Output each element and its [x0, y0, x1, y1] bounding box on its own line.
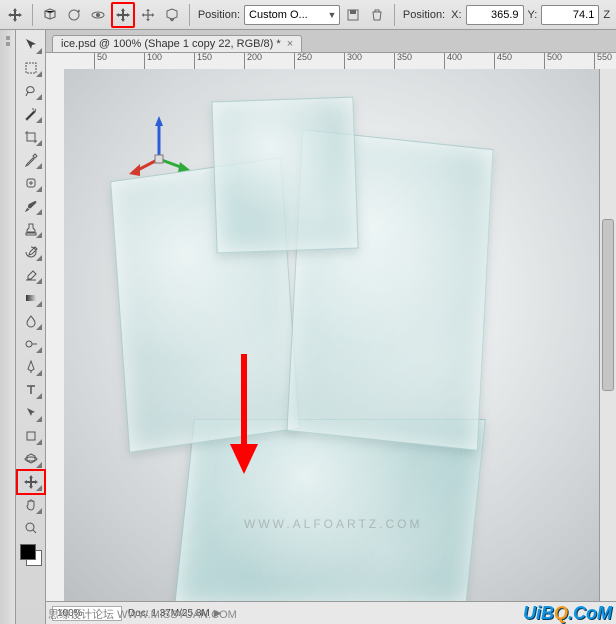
blur-tool-icon[interactable]	[18, 310, 44, 332]
ruler-tick: 150	[194, 53, 195, 69]
scale-3d-icon[interactable]	[161, 3, 183, 27]
separator	[189, 4, 190, 26]
ruler-horizontal[interactable]: 50 100 150 200 250 300 350 400 450 500 550	[64, 53, 616, 70]
roll-obj-icon[interactable]	[87, 3, 109, 27]
ruler-tick: 200	[244, 53, 245, 69]
brush-tool-icon[interactable]	[18, 195, 44, 217]
move-3d-icon[interactable]	[4, 3, 26, 27]
position2-label: Position:	[403, 9, 445, 21]
ruler-tick: 450	[494, 53, 495, 69]
ruler-tick: 300	[344, 53, 345, 69]
ruler-area: 50 100 150 200 250 300 350 400 450 500 550	[46, 53, 616, 624]
document-tabbar: ice.psd @ 100% (Shape 1 copy 22, RGB/8) …	[46, 30, 616, 53]
position-label: Position:	[198, 9, 240, 21]
save-preset-icon[interactable]	[342, 3, 364, 27]
document-panel: ice.psd @ 100% (Shape 1 copy 22, RGB/8) …	[46, 30, 616, 624]
slide-3d-icon[interactable]	[137, 3, 159, 27]
dodge-tool-icon[interactable]	[18, 333, 44, 355]
status-bar: 100% Doc: 1.37M/25.8M ▶ 思缘设计论坛 WWW.MISSY…	[46, 601, 616, 624]
delete-preset-icon[interactable]	[366, 3, 388, 27]
marquee-tool-icon[interactable]	[18, 57, 44, 79]
cube-icon[interactable]	[39, 3, 61, 27]
heal-tool-icon[interactable]	[18, 172, 44, 194]
shape-tool-icon[interactable]	[18, 425, 44, 447]
chevron-down-icon: ▼	[325, 10, 339, 20]
ruler-tick: 550	[594, 53, 595, 69]
fg-bg-color-swatch[interactable]	[20, 544, 42, 566]
ruler-tick: 250	[294, 53, 295, 69]
ruler-tick: 100	[144, 53, 145, 69]
document-tab-title: ice.psd @ 100% (Shape 1 copy 22, RGB/8) …	[61, 38, 281, 50]
workarea: ice.psd @ 100% (Shape 1 copy 22, RGB/8) …	[0, 30, 616, 624]
brand-watermark: UiBQ.CoM	[523, 604, 612, 622]
drag-3d-icon[interactable]	[111, 2, 135, 28]
eraser-tool-icon[interactable]	[18, 264, 44, 286]
history-brush-icon[interactable]	[18, 241, 44, 263]
stamp-tool-icon[interactable]	[18, 218, 44, 240]
ruler-tick: 500	[544, 53, 545, 69]
separator	[394, 4, 395, 26]
gradient-tool-icon[interactable]	[18, 287, 44, 309]
ruler-tick: 350	[394, 53, 395, 69]
crop-tool-icon[interactable]	[18, 126, 44, 148]
position-dropdown-value[interactable]	[245, 9, 325, 21]
separator	[32, 4, 33, 26]
document-tab[interactable]: ice.psd @ 100% (Shape 1 copy 22, RGB/8) …	[52, 35, 302, 52]
zoom-tool-icon[interactable]	[18, 517, 44, 539]
move-tool-icon[interactable]	[18, 34, 44, 56]
rotate-obj-icon[interactable]	[63, 3, 85, 27]
close-icon[interactable]: ×	[287, 38, 293, 50]
panel-collapse-strip[interactable]	[0, 30, 16, 624]
scrollbar-vertical[interactable]	[599, 69, 616, 602]
ruler-tick: 50	[94, 53, 95, 69]
toolbox	[16, 30, 46, 624]
x-label: X:	[451, 9, 461, 21]
pen-tool-icon[interactable]	[18, 356, 44, 378]
3d-pan-tool-icon[interactable]	[18, 471, 44, 493]
x-input[interactable]	[466, 5, 524, 25]
grip-icon	[0, 36, 15, 46]
path-select-icon[interactable]	[18, 402, 44, 424]
wand-tool-icon[interactable]	[18, 103, 44, 125]
type-tool-icon[interactable]	[18, 379, 44, 401]
ruler-origin[interactable]	[46, 53, 65, 70]
3d-rotate-tool-icon[interactable]	[18, 448, 44, 470]
options-toolbar: Position: ▼ Position: X: Y: Z	[0, 0, 616, 30]
3d-axis-gizmo[interactable]	[124, 114, 194, 184]
lasso-tool-icon[interactable]	[18, 80, 44, 102]
y-input[interactable]	[541, 5, 599, 25]
scrollbar-thumb[interactable]	[602, 219, 614, 391]
position-dropdown[interactable]: ▼	[244, 5, 340, 25]
eyedropper-tool-icon[interactable]	[18, 149, 44, 171]
annotation-arrow-down	[224, 349, 264, 479]
z-label: Z	[603, 9, 610, 21]
y-label: Y:	[528, 9, 538, 21]
watermark-text: WWW.ALFOARTZ.COM	[244, 517, 422, 531]
forum-credit-text: 思缘设计论坛 WWW.MISSYUAN.COM	[48, 606, 237, 622]
canvas-viewport[interactable]: WWW.ALFOARTZ.COM	[64, 69, 600, 602]
canvas[interactable]: WWW.ALFOARTZ.COM	[64, 69, 600, 602]
ruler-tick: 400	[444, 53, 445, 69]
ruler-vertical[interactable]	[46, 69, 65, 624]
hand-tool-icon[interactable]	[18, 494, 44, 516]
ice-block-top	[211, 97, 358, 254]
